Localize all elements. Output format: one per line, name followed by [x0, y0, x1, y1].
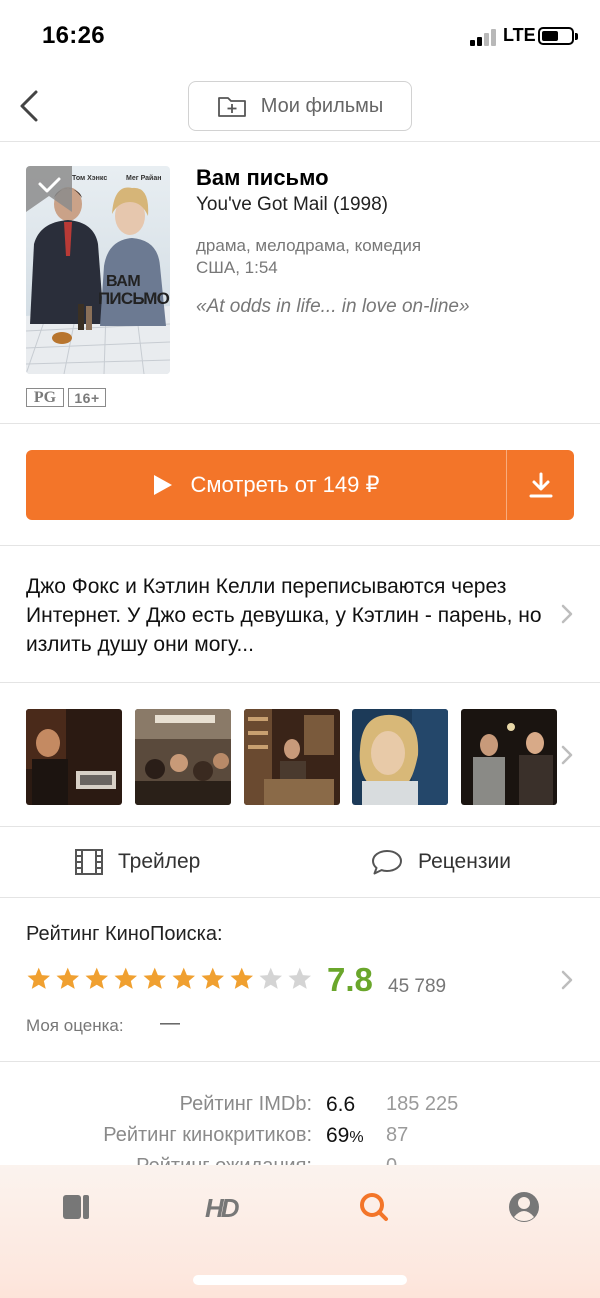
chevron-right-icon — [561, 970, 573, 990]
hd-icon: HD — [205, 1193, 243, 1222]
status-time: 16:26 — [42, 22, 105, 49]
still-image[interactable] — [352, 709, 448, 805]
my-rating-label: Моя оценка: — [26, 1016, 124, 1035]
rating-count: 87 — [386, 1124, 409, 1146]
my-films-button[interactable]: Мои фильмы — [188, 81, 412, 131]
my-films-label: Мои фильмы — [260, 94, 384, 117]
rating-label: Рейтинг IMDb: — [179, 1093, 312, 1115]
poster-title-1: ВАМ — [106, 273, 140, 290]
kinopoisk-rating[interactable]: Рейтинг КиноПоиска: 7.8 45 789 Моя оценк… — [0, 899, 600, 1062]
trailer-label: Трейлер — [118, 850, 201, 873]
trailer-button[interactable]: Трейлер — [74, 848, 200, 876]
stills-gallery — [0, 684, 600, 827]
download-icon — [529, 472, 552, 498]
home-indicator — [193, 1275, 407, 1285]
still-image[interactable] — [135, 709, 231, 805]
star-icon[interactable] — [171, 966, 197, 991]
chevron-right-icon — [561, 745, 573, 765]
chevron-right-icon — [561, 604, 573, 624]
status-bar: 16:26 LTE — [0, 0, 600, 70]
kp-rating-votes: 45 789 — [388, 976, 447, 997]
poster-actor-1: Том Хэнкс — [72, 175, 107, 182]
star-icon[interactable] — [26, 966, 52, 991]
links-row: Трейлер Рецензии — [0, 828, 600, 898]
profile-icon — [509, 1192, 539, 1222]
age-badges: PG 16+ — [26, 388, 106, 407]
kp-rating-title: Рейтинг КиноПоиска: — [26, 923, 223, 945]
description[interactable]: Джо Фокс и Кэтлин Келли переписываются ч… — [0, 547, 600, 683]
star-icon[interactable] — [287, 966, 313, 991]
mpaa-badge: PG — [26, 388, 64, 407]
star-icon[interactable] — [200, 966, 226, 991]
poster-title-2: ПИСЬМО — [98, 289, 170, 308]
tab-hd[interactable]: HD — [203, 1189, 247, 1225]
reviews-button[interactable]: Рецензии — [370, 848, 511, 876]
star-icon[interactable] — [84, 966, 110, 991]
reviews-label: Рецензии — [418, 850, 511, 873]
folder-add-icon — [217, 97, 246, 117]
description-text: Джо Фокс и Кэтлин Келли переписываются ч… — [26, 575, 542, 656]
rating-count: 185 225 — [386, 1093, 459, 1115]
chevron-left-icon — [20, 90, 38, 122]
film-icon — [75, 849, 103, 875]
search-icon — [360, 1193, 388, 1221]
watch-label: Смотреть от 149 ₽ — [190, 472, 380, 497]
my-rating-value[interactable]: — — [160, 1012, 180, 1035]
film-country-duration: США, 1:54 — [196, 258, 278, 277]
watch-section: Смотреть от 149 ₽ — [0, 425, 600, 546]
star-icon[interactable] — [258, 966, 284, 991]
watch-button[interactable]: Смотреть от 149 ₽ — [26, 450, 506, 520]
star-icon[interactable] — [142, 966, 168, 991]
other-ratings: Рейтинг IMDb: 6.6 185 225 Рейтинг кинокр… — [0, 1063, 600, 1177]
rating-stars[interactable] — [26, 966, 313, 991]
tab-profile[interactable] — [502, 1189, 546, 1225]
svg-text:HD: HD — [205, 1193, 240, 1222]
battery-icon — [538, 27, 578, 45]
still-image[interactable] — [244, 709, 340, 805]
film-title: Вам письмо — [196, 165, 329, 190]
play-icon — [153, 475, 172, 495]
tab-search[interactable] — [352, 1189, 396, 1225]
comment-icon — [372, 850, 402, 875]
star-icon[interactable] — [55, 966, 81, 991]
still-image[interactable] — [26, 709, 122, 805]
star-icon[interactable] — [113, 966, 139, 991]
still-image[interactable] — [461, 709, 557, 805]
film-header: ВАМ ПИСЬМО Том Хэнкс Мег Райан PG 16+ Ва… — [0, 143, 600, 424]
signal-icon — [470, 28, 498, 46]
age-badge: 16+ — [68, 388, 106, 407]
network-label: LTE — [503, 25, 536, 45]
back-button[interactable] — [12, 84, 52, 128]
film-original-title: You've Got Mail (1998) — [196, 194, 388, 215]
tab-collection[interactable] — [54, 1189, 98, 1225]
rating-row-critics: Рейтинг кинокритиков: 69% 87 — [0, 1124, 600, 1154]
nav-bar: Мои фильмы — [0, 70, 600, 142]
film-slogan: «At odds in life... in love on-line» — [196, 296, 470, 317]
film-genres: драма, мелодрама, комедия — [196, 236, 422, 255]
rating-value: 69% — [326, 1124, 364, 1147]
rating-label: Рейтинг кинокритиков: — [103, 1124, 312, 1146]
kp-rating-value: 7.8 — [327, 961, 373, 998]
poster-actor-2: Мег Райан — [126, 174, 161, 182]
rating-row-imdb: Рейтинг IMDb: 6.6 185 225 — [0, 1093, 600, 1123]
film-poster[interactable]: ВАМ ПИСЬМО Том Хэнкс Мег Райан — [26, 166, 170, 374]
download-button[interactable] — [506, 450, 574, 520]
rating-value: 6.6 — [326, 1093, 356, 1116]
star-icon[interactable] — [229, 966, 255, 991]
tab-bar: HD — [0, 1165, 600, 1298]
bookmark-icon — [63, 1195, 89, 1219]
